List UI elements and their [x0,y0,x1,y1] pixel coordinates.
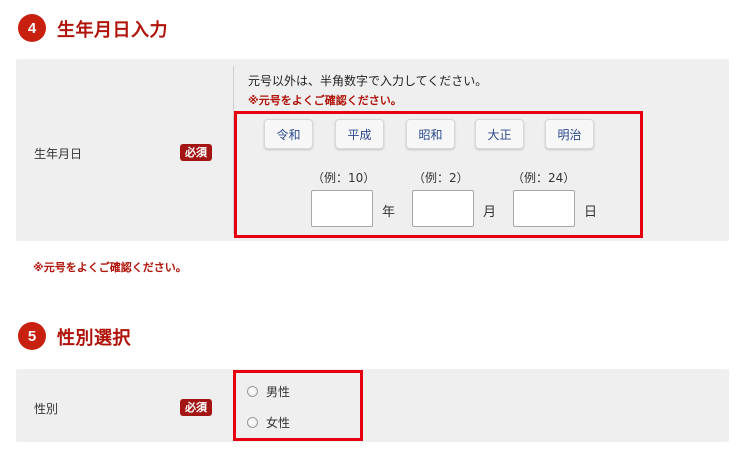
year-unit: 年 [382,205,396,220]
radio-button[interactable] [247,386,258,397]
required-badge: 必須 [180,399,212,416]
radio-button[interactable] [247,417,258,428]
year-example: （例：10） [312,171,376,185]
era-notice: ※元号をよくご確認ください。 [248,94,402,107]
era-button-showa[interactable]: 昭和 [406,119,455,149]
era-footnote: ※元号をよくご確認ください。 [33,261,187,274]
year-input[interactable] [311,190,373,227]
section-title-gender: 性別選択 [57,328,131,349]
radio-label-female: 女性 [266,416,291,430]
era-button-heisei[interactable]: 平成 [335,119,384,149]
era-button-reiwa[interactable]: 令和 [264,119,313,149]
month-unit: 月 [483,205,497,220]
day-input[interactable] [513,190,575,227]
radio-option-male[interactable]: 男性 [247,383,290,400]
era-button-taisho[interactable]: 大正 [475,119,524,149]
day-unit: 日 [584,205,598,220]
required-badge: 必須 [180,144,212,161]
step-number-5: 5 [18,322,46,350]
input-instruction: 元号以外は、半角数字で入力してください。 [248,74,488,88]
month-example: （例：2） [413,171,469,185]
gender-row-label: 性別 [34,402,59,416]
step-number-4: 4 [18,14,46,42]
gender-panel [16,369,729,442]
section-title-birthdate: 生年月日入力 [57,20,168,41]
month-input[interactable] [412,190,474,227]
radio-label-male: 男性 [266,385,291,399]
day-example: （例：24） [512,171,576,185]
birthdate-row-label: 生年月日 [34,147,83,161]
radio-option-female[interactable]: 女性 [247,414,290,431]
era-button-meiji[interactable]: 明治 [545,119,594,149]
